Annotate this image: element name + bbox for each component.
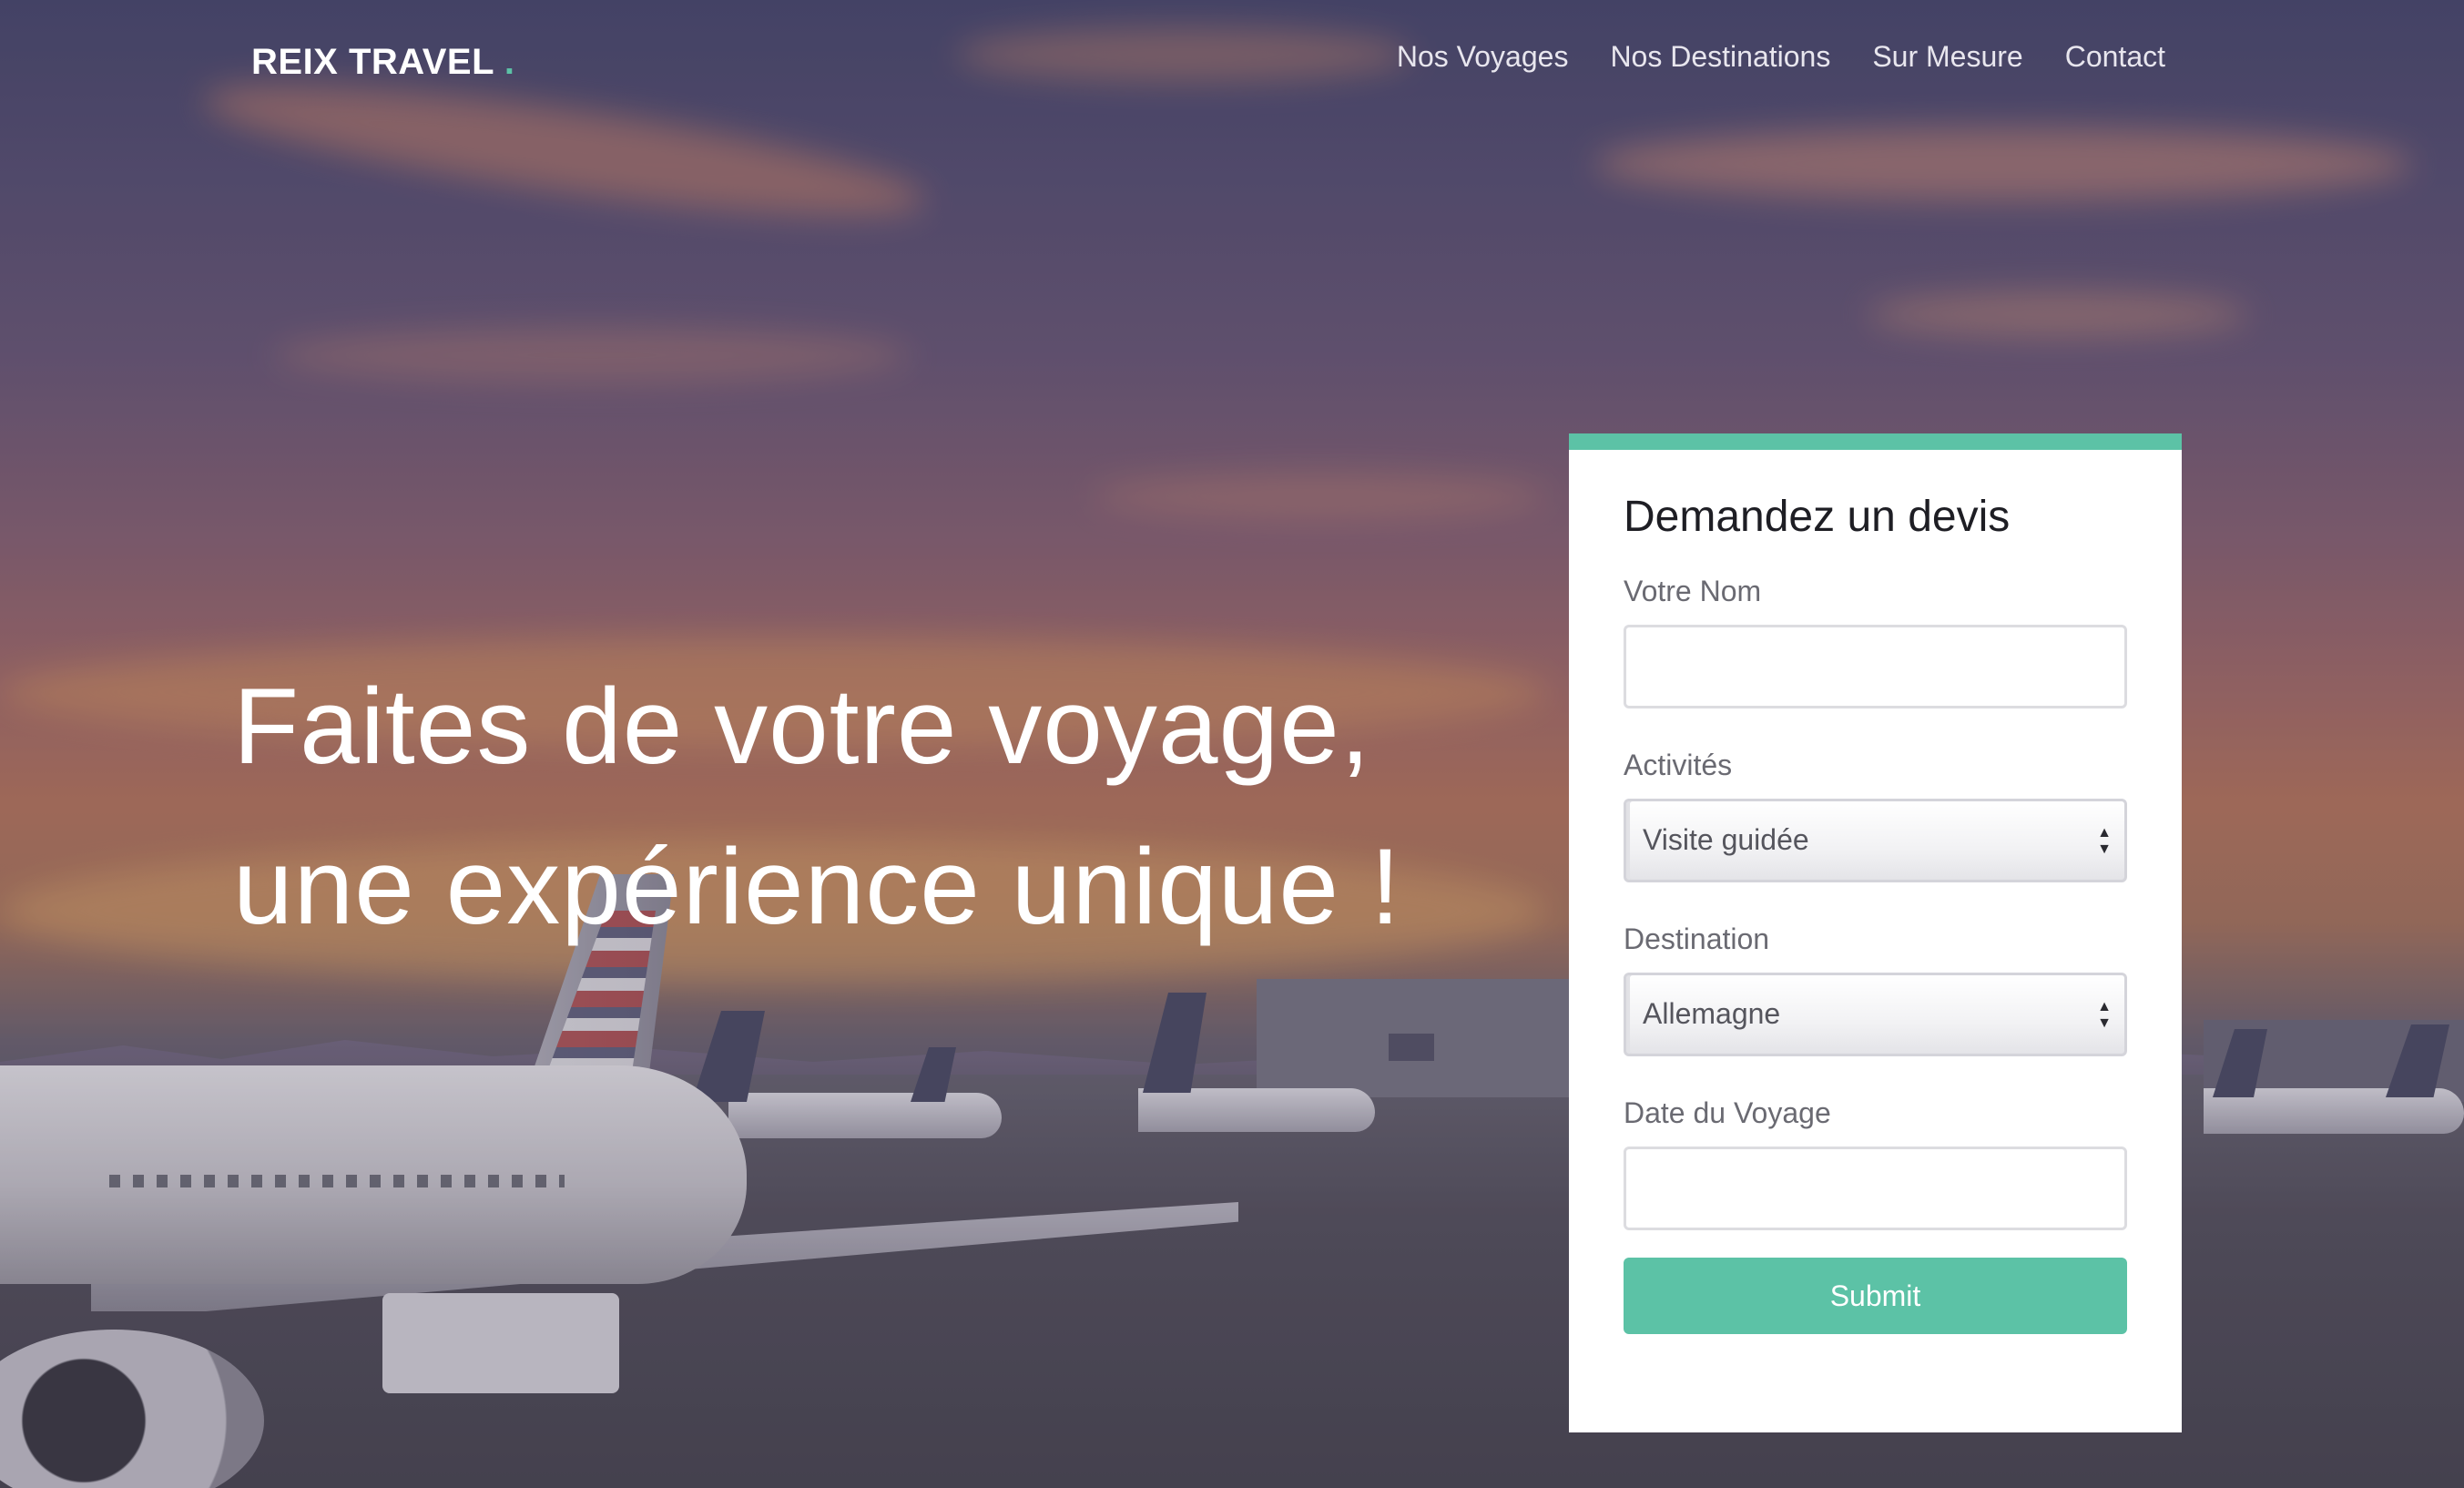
name-input[interactable] bbox=[1624, 625, 2127, 708]
brand-dot: . bbox=[504, 42, 515, 82]
name-label: Votre Nom bbox=[1624, 575, 1762, 607]
date-field-group: Date du Voyage bbox=[1624, 1096, 2127, 1230]
destination-field-group: Destination Allemagne ▲ ▼ bbox=[1624, 922, 2127, 1056]
activities-field-group: Activités Visite guidée ▲ ▼ bbox=[1624, 749, 2127, 882]
quote-form: Demandez un devis Votre Nom Activités Vi… bbox=[1569, 433, 2182, 1432]
date-input[interactable] bbox=[1624, 1147, 2127, 1230]
submit-button[interactable]: Submit bbox=[1624, 1258, 2127, 1334]
nav-link-contact[interactable]: Contact bbox=[2065, 40, 2165, 74]
select-arrows-icon: ▲ ▼ bbox=[2097, 999, 2112, 1031]
nav-links: Nos Voyages Nos Destinations Sur Mesure … bbox=[1397, 40, 2165, 74]
top-navigation: REIX TRAVEL . Nos Voyages Nos Destinatio… bbox=[0, 0, 2464, 127]
form-title: Demandez un devis bbox=[1624, 493, 2011, 541]
nav-link-nos-destinations[interactable]: Nos Destinations bbox=[1610, 40, 1830, 74]
nav-link-nos-voyages[interactable]: Nos Voyages bbox=[1397, 40, 1569, 74]
select-arrows-icon: ▲ ▼ bbox=[2097, 825, 2112, 857]
name-field-group: Votre Nom bbox=[1624, 575, 2127, 708]
date-label: Date du Voyage bbox=[1624, 1096, 1831, 1129]
activities-label: Activités bbox=[1624, 749, 1733, 781]
brand-name: REIX TRAVEL bbox=[251, 42, 494, 82]
headline-line-2: une expérience unique ! bbox=[233, 827, 1401, 947]
hero-headline: Faites de votre voyage, une expérience u… bbox=[233, 647, 1417, 967]
headline-line-1: Faites de votre voyage, bbox=[233, 667, 1371, 787]
nav-link-sur-mesure[interactable]: Sur Mesure bbox=[1872, 40, 2022, 74]
hero-section: REIX TRAVEL . Nos Voyages Nos Destinatio… bbox=[0, 0, 2464, 1488]
activities-select[interactable]: Visite guidée ▲ ▼ bbox=[1624, 799, 2127, 882]
destination-select[interactable]: Allemagne ▲ ▼ bbox=[1624, 973, 2127, 1056]
destination-label: Destination bbox=[1624, 922, 1770, 955]
activities-selected-value: Visite guidée bbox=[1643, 823, 1809, 856]
brand-logo[interactable]: REIX TRAVEL . bbox=[251, 42, 515, 83]
destination-selected-value: Allemagne bbox=[1643, 997, 1781, 1030]
